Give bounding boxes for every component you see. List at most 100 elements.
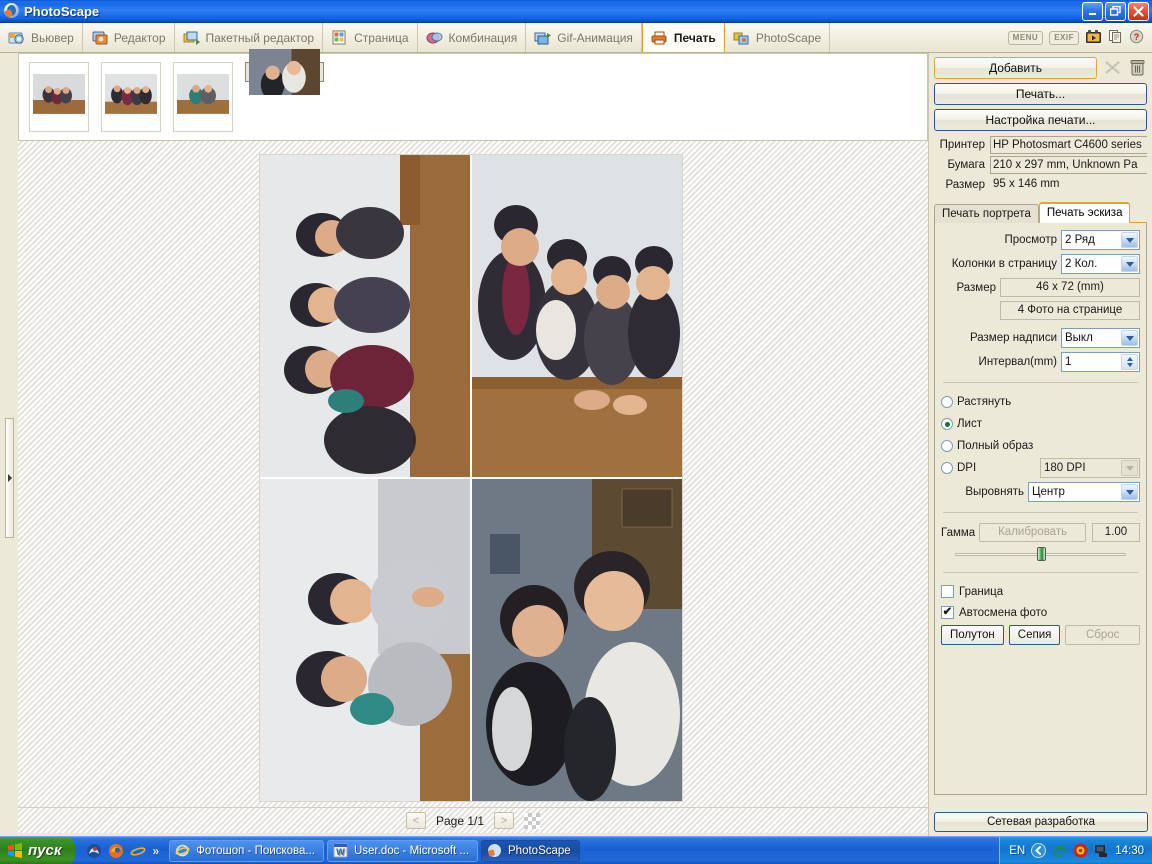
transparency-swatch-icon[interactable] <box>524 812 541 829</box>
close-button[interactable] <box>1128 1 1149 21</box>
panel-collapse-handle[interactable] <box>5 418 14 538</box>
caption-size-row: Размер надписи Выкл <box>941 328 1140 348</box>
radio-icon <box>941 440 953 452</box>
help-icon[interactable]: ? <box>1129 29 1144 47</box>
chevron-right-icon <box>7 474 12 482</box>
slideshow-icon[interactable] <box>1085 29 1102 47</box>
next-page-button[interactable]: > <box>494 812 515 829</box>
tab-portrait-print[interactable]: Печать портрета <box>934 204 1039 223</box>
network-icon[interactable] <box>1094 843 1109 858</box>
interval-row: Интервал(mm) 1 <box>941 352 1140 372</box>
gamma-calibrate-button[interactable]: Калибровать <box>979 523 1086 542</box>
tab-print-label: Печать <box>673 30 716 45</box>
svg-text:?: ? <box>1134 32 1140 42</box>
halftone-button[interactable]: Полутон <box>941 625 1004 645</box>
thumbnail-2[interactable] <box>101 62 161 132</box>
chevron-down-icon <box>1121 330 1138 346</box>
print-button[interactable]: Печать... <box>934 83 1147 105</box>
slider-knob[interactable] <box>1037 547 1047 561</box>
sepia-button[interactable]: Сепия <box>1008 625 1061 645</box>
tab-print[interactable]: Печать <box>641 23 725 52</box>
chevron-down-icon <box>1121 484 1138 500</box>
tab-photoscape[interactable]: PhotoScape <box>725 23 831 52</box>
ie-icon <box>175 843 191 859</box>
print-preview-canvas[interactable] <box>18 141 928 813</box>
copy-icon[interactable] <box>1108 29 1123 47</box>
photo-size-label: Размер <box>956 281 996 294</box>
taskbar-item-photoshop-search[interactable]: Фотошоп - Поискова... <box>169 839 324 862</box>
page-icon <box>331 30 349 46</box>
print-cell-4[interactable] <box>472 479 682 801</box>
tab-gif-animation[interactable]: Gif-Анимация <box>526 23 642 52</box>
align-label: Выровнять <box>965 486 1024 498</box>
gamma-slider[interactable] <box>955 546 1126 562</box>
interval-stepper[interactable]: 1 <box>1061 352 1140 372</box>
caption-size-select[interactable]: Выкл <box>1061 328 1140 348</box>
exif-pill-icon[interactable]: EXIF <box>1049 30 1079 45</box>
tone-buttons: Полутон Сепия Сброс <box>941 625 1140 645</box>
thumbnail-1[interactable] <box>29 62 89 132</box>
preview-select[interactable]: 2 Ряд <box>1061 230 1140 250</box>
tab-page[interactable]: Страница <box>323 23 418 52</box>
module-tabbar: Вьювер Редактор Пакетный редактор Страни… <box>0 23 1152 53</box>
clock[interactable]: 14:30 <box>1115 845 1144 857</box>
page-indicator: Page 1/1 <box>435 813 485 828</box>
svg-text:@: @ <box>1053 843 1067 858</box>
network-development-button[interactable]: Сетевая разработка <box>934 812 1148 832</box>
columns-select[interactable]: 2 Кол. <box>1061 254 1140 274</box>
print-setup-button[interactable]: Настройка печати... <box>934 109 1147 131</box>
fit-option-sheet[interactable]: Лист <box>941 415 1140 433</box>
chevron-down-icon <box>1121 460 1138 476</box>
print-cell-1[interactable] <box>260 155 470 477</box>
border-checkbox-row[interactable]: Граница <box>941 583 1140 600</box>
ie-icon[interactable] <box>130 843 146 859</box>
window-titlebar[interactable]: PhotoScape <box>0 0 1152 23</box>
columns-value: 2 Кол. <box>1065 258 1098 270</box>
menu-pill-icon[interactable]: MENU <box>1007 30 1044 45</box>
paper-label: Бумага <box>947 158 985 171</box>
photos-per-page-row: 4 Фото на странице <box>941 301 1140 320</box>
fit-option-dpi[interactable]: DPI 180 DPI <box>941 458 1140 478</box>
start-button[interactable]: пуск <box>0 836 76 864</box>
align-select[interactable]: Центр <box>1028 482 1140 502</box>
photoscape-icon <box>733 30 751 46</box>
trash-icon[interactable] <box>1127 57 1147 77</box>
prev-page-button[interactable]: < <box>405 812 426 829</box>
netscape-icon[interactable] <box>86 843 102 859</box>
shuffle-icon[interactable] <box>1102 57 1122 77</box>
print-settings-panel: Добавить Печать... Настройка печати... П… <box>928 53 1152 836</box>
page-navigation-bar: < Page 1/1 > <box>18 807 928 833</box>
fit-option-stretch[interactable]: Растянуть <box>941 393 1140 411</box>
maximize-button[interactable] <box>1105 1 1126 21</box>
thumbnail-3[interactable] <box>173 62 233 132</box>
add-button[interactable]: Добавить <box>934 57 1097 79</box>
tab-thumbnail-print[interactable]: Печать эскиза <box>1038 202 1131 223</box>
tab-editor[interactable]: Редактор <box>83 23 175 52</box>
print-cell-2[interactable] <box>472 155 682 477</box>
thumbnail-4[interactable] <box>245 49 324 95</box>
taskbar-item-photoscape[interactable]: PhotoScape <box>481 839 580 862</box>
reset-button[interactable]: Сброс <box>1065 625 1140 645</box>
dpi-select[interactable]: 180 DPI <box>1040 458 1140 478</box>
checkbox-icon-checked: ✔ <box>941 605 954 619</box>
fit-option-full-image[interactable]: Полный образ <box>941 437 1140 455</box>
at-icon[interactable]: @ <box>1052 842 1067 858</box>
divider <box>943 382 1138 383</box>
show-hidden-icon[interactable] <box>1031 843 1047 858</box>
quicklaunch-overflow-icon[interactable]: » <box>152 844 159 858</box>
autoswap-checkbox-row[interactable]: ✔ Автосмена фото <box>941 604 1140 621</box>
antivirus-icon[interactable] <box>1073 843 1088 858</box>
taskbar-item-user-doc[interactable]: W User.doc - Microsoft ... <box>326 839 479 862</box>
print-cell-3[interactable] <box>260 479 470 801</box>
thumbnail-strip[interactable] <box>18 49 928 141</box>
windows-taskbar: пуск » Фотошоп - Поискова... W User.doc … <box>0 836 1152 864</box>
radio-icon-selected <box>941 418 953 430</box>
tab-viewer[interactable]: Вьювер <box>0 23 83 52</box>
tab-combine[interactable]: Комбинация <box>418 23 527 52</box>
print-sheet <box>260 155 682 801</box>
editor-icon <box>91 30 109 46</box>
minimize-button[interactable] <box>1082 1 1103 21</box>
language-indicator[interactable]: EN <box>1009 845 1025 857</box>
firefox-icon[interactable] <box>108 843 124 859</box>
tab-batch-editor[interactable]: Пакетный редактор <box>175 23 324 52</box>
